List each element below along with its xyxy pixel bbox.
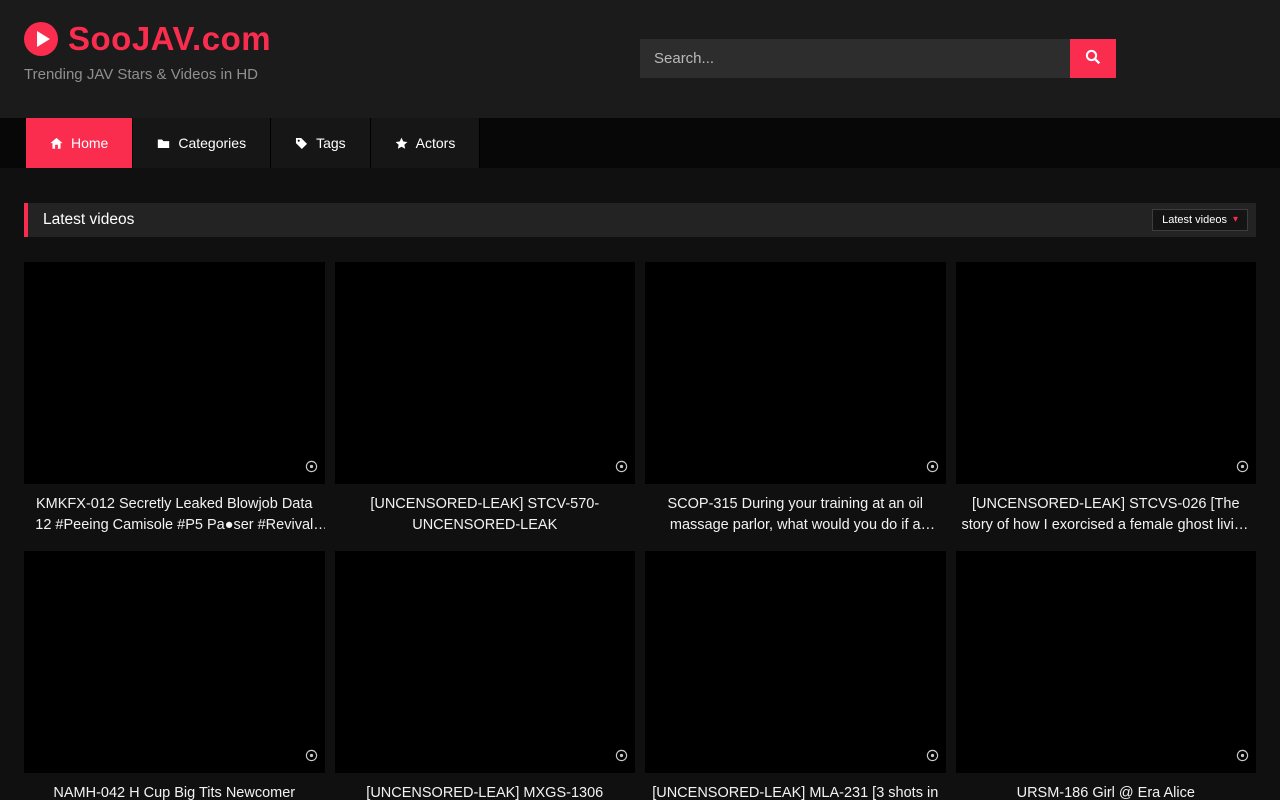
video-thumbnail[interactable] (645, 262, 946, 484)
broken-image-icon (615, 749, 628, 767)
logo-block: SooJAV.com Trending JAV Stars & Videos i… (24, 20, 271, 83)
sort-dropdown-label: Latest videos (1162, 214, 1227, 226)
nav-tab-label: Tags (316, 135, 346, 151)
video-card[interactable]: [UNCENSORED-LEAK] STCV-570-UNCENSORED-LE… (335, 262, 636, 535)
video-title[interactable]: [UNCENSORED-LEAK] MXGS-1306 Absolutely (335, 783, 636, 800)
star-icon (395, 137, 408, 150)
video-card[interactable]: [UNCENSORED-LEAK] MLA-231 [3 shots in (645, 551, 946, 800)
main-nav: Home Categories Tags Actors (0, 118, 1280, 168)
broken-image-icon (305, 460, 318, 478)
video-title[interactable]: URSM-186 Girl @ Era Alice (956, 783, 1257, 800)
broken-image-icon (926, 749, 939, 767)
broken-image-icon (1236, 460, 1249, 478)
video-card[interactable]: SCOP-315 During your training at an oil … (645, 262, 946, 535)
sort-dropdown-button[interactable]: Latest videos ▾ (1152, 209, 1248, 231)
nav-tab-actors[interactable]: Actors (371, 118, 481, 168)
video-thumbnail[interactable] (24, 262, 325, 484)
video-thumbnail[interactable] (335, 551, 636, 773)
main-content: Latest videos Latest videos ▾ KMKFX-012 … (0, 203, 1280, 800)
chevron-down-icon: ▾ (1233, 215, 1238, 225)
video-title[interactable]: KMKFX-012 Secretly Leaked Blowjob Data 1… (24, 494, 325, 535)
nav-tab-categories[interactable]: Categories (133, 118, 271, 168)
video-card[interactable]: NAMH-042 H Cup Big Tits Newcomer (170cm … (24, 551, 325, 800)
section-title: Latest videos (28, 211, 134, 229)
video-card[interactable]: URSM-186 Girl @ Era Alice (956, 551, 1257, 800)
nav-tab-label: Actors (416, 135, 456, 151)
broken-image-icon (926, 460, 939, 478)
broken-image-icon (615, 460, 628, 478)
nav-tab-tags[interactable]: Tags (271, 118, 371, 168)
video-thumbnail[interactable] (956, 262, 1257, 484)
video-title[interactable]: SCOP-315 During your training at an oil … (645, 494, 946, 535)
video-thumbnail[interactable] (335, 262, 636, 484)
search-icon (1085, 49, 1101, 68)
video-card[interactable]: [UNCENSORED-LEAK] STCVS-026 [The story o… (956, 262, 1257, 535)
broken-image-icon (305, 749, 318, 767)
play-logo-icon (24, 22, 58, 56)
nav-tab-label: Categories (178, 135, 246, 151)
nav-tab-home[interactable]: Home (25, 118, 133, 168)
video-title[interactable]: [UNCENSORED-LEAK] STCVS-026 [The story o… (956, 494, 1257, 535)
video-title[interactable]: NAMH-042 H Cup Big Tits Newcomer (170cm … (24, 783, 325, 800)
tag-icon (295, 137, 308, 150)
video-title[interactable]: [UNCENSORED-LEAK] STCV-570-UNCENSORED-LE… (335, 494, 636, 535)
video-card[interactable]: [UNCENSORED-LEAK] MXGS-1306 Absolutely (335, 551, 636, 800)
video-title[interactable]: [UNCENSORED-LEAK] MLA-231 [3 shots in (645, 783, 946, 800)
video-grid: KMKFX-012 Secretly Leaked Blowjob Data 1… (24, 262, 1256, 800)
video-thumbnail[interactable] (956, 551, 1257, 773)
video-thumbnail[interactable] (24, 551, 325, 773)
search-box (640, 39, 1116, 78)
search-button[interactable] (1070, 39, 1116, 78)
video-thumbnail[interactable] (645, 551, 946, 773)
broken-image-icon (1236, 749, 1249, 767)
video-card[interactable]: KMKFX-012 Secretly Leaked Blowjob Data 1… (24, 262, 325, 535)
nav-tab-label: Home (71, 135, 108, 151)
folder-icon (157, 137, 170, 150)
search-input[interactable] (640, 39, 1070, 78)
site-header: SooJAV.com Trending JAV Stars & Videos i… (0, 0, 1280, 118)
site-tagline: Trending JAV Stars & Videos in HD (24, 66, 271, 83)
section-header: Latest videos Latest videos ▾ (24, 203, 1256, 237)
site-title[interactable]: SooJAV.com (68, 20, 271, 58)
home-icon (50, 137, 63, 150)
